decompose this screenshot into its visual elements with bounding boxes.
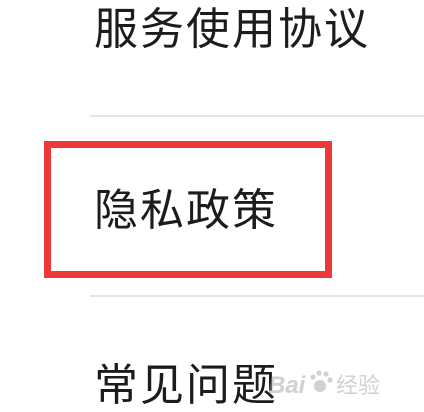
menu-item-terms-of-service[interactable]: 服务使用协议 bbox=[94, 8, 370, 52]
menu-item-faq[interactable]: 常见问题 bbox=[94, 364, 278, 408]
divider bbox=[90, 115, 424, 117]
menu-item-privacy-policy[interactable]: 隐私政策 bbox=[94, 189, 278, 233]
divider bbox=[90, 295, 424, 297]
paw-icon bbox=[310, 370, 333, 392]
svg-text:经验: 经验 bbox=[336, 374, 380, 399]
baidu-jingyan-watermark: Bai 经验 bbox=[266, 362, 416, 406]
watermark-logo: Bai 经验 bbox=[268, 370, 380, 399]
